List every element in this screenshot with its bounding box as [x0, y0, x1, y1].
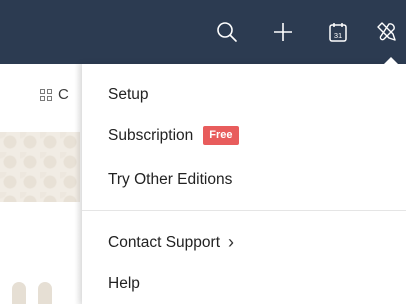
calendar-icon[interactable]: 31: [322, 16, 354, 48]
plus-icon[interactable]: [267, 16, 299, 48]
tools-icon[interactable]: [371, 16, 403, 48]
menu-item-try-other-editions[interactable]: Try Other Editions: [108, 171, 232, 189]
menu-item-subscription[interactable]: Subscription Free: [108, 126, 239, 145]
menu-item-label: Help: [108, 275, 140, 292]
decorative-shape: [38, 282, 52, 304]
menu-shadow: [74, 64, 82, 304]
top-bar: 31: [0, 0, 406, 64]
tab-partial[interactable]: C: [40, 86, 69, 103]
menu-item-help[interactable]: Help: [108, 275, 140, 293]
tab-label: C: [58, 86, 69, 103]
plus-icon-glyph: [274, 23, 292, 41]
menu-item-label: Subscription: [108, 126, 194, 144]
decorative-banner: [0, 132, 80, 202]
chevron-right-icon: ›: [228, 232, 235, 252]
app-root: 31 C Setup Subscription Free Try Other E…: [0, 0, 406, 304]
calendar-icon-glyph: 31: [329, 23, 347, 42]
menu-item-label: Contact Support: [108, 233, 221, 251]
search-icon[interactable]: [211, 16, 243, 48]
calendar-day-text: 31: [334, 31, 342, 40]
tools-icon-glyph: [377, 22, 396, 41]
menu-item-label: Try Other Editions: [108, 171, 233, 188]
menu-item-contact-support[interactable]: Contact Support ›: [108, 232, 234, 253]
grid-icon: [40, 88, 52, 101]
menu-item-setup[interactable]: Setup: [108, 86, 149, 104]
free-badge: Free: [203, 126, 239, 145]
search-icon-glyph: [217, 22, 237, 42]
menu-divider: [82, 210, 406, 211]
menu-item-label: Setup: [108, 86, 149, 103]
menu-caret: [383, 57, 399, 65]
decorative-shape: [12, 282, 26, 304]
